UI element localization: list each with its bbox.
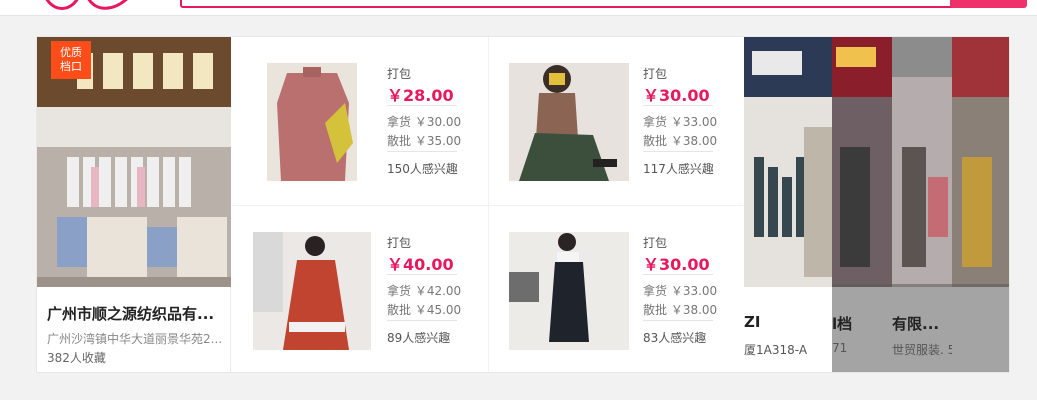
strip-overlay xyxy=(952,284,1009,372)
product-card[interactable]: 打包 ￥30.00 拿货 ￥33.00 散批 ￥38.00 117人感兴趣 xyxy=(488,37,743,205)
interest-count: 117人感兴趣 xyxy=(643,162,714,176)
retail-price: 散批 ￥45.00 xyxy=(387,303,462,317)
shop-photo xyxy=(892,37,952,287)
product-image[interactable] xyxy=(509,63,629,181)
pack-label: 打包 xyxy=(643,67,668,81)
shop-carousel-item[interactable]: ZI 厦1A318-A xyxy=(744,37,832,372)
strip-title: ZI xyxy=(744,313,761,331)
pack-label: 打包 xyxy=(387,67,412,81)
divider xyxy=(387,274,457,275)
take-price: 拿货 ￥42.00 xyxy=(387,284,462,298)
site-logo[interactable] xyxy=(40,0,140,12)
shop-name[interactable]: 广州市顺之源纺织品有... xyxy=(47,303,225,324)
shop-photo xyxy=(832,37,892,287)
take-price: 拿货 ￥30.00 xyxy=(387,115,462,129)
take-price: 拿货 ￥33.00 xyxy=(643,115,718,129)
pack-price: ￥30.00 xyxy=(643,255,710,274)
pack-label: 打包 xyxy=(643,236,668,250)
shop-address: 广州沙湾镇中华大道丽景华苑2... xyxy=(47,332,223,346)
divider xyxy=(387,151,457,152)
divider xyxy=(643,105,713,106)
shop-carousel-item[interactable] xyxy=(952,37,1009,372)
strip-subtitle: 厦1A318-A xyxy=(744,343,808,357)
pack-price: ￥28.00 xyxy=(387,86,454,105)
interest-count: 89人感兴趣 xyxy=(387,331,451,345)
strip-subtitle: 71 xyxy=(832,341,848,355)
interest-count: 150人感兴趣 xyxy=(387,162,458,176)
divider xyxy=(643,320,713,321)
shop-panel[interactable]: 优质 档口 广州市顺之源纺织品有... 广州沙湾镇中华大道丽景华苑2... 38… xyxy=(37,37,231,372)
shop-carousel-item[interactable]: 有限... 世贸服装. 563 xyxy=(892,37,952,372)
shop-favorites-count: 382人收藏 xyxy=(47,351,106,365)
retail-price: 散批 ￥35.00 xyxy=(387,134,462,148)
product-card[interactable]: 打包 ￥40.00 拿货 ￥42.00 散批 ￥45.00 89人感兴趣 xyxy=(233,205,488,372)
shop-photo xyxy=(744,37,832,287)
divider xyxy=(643,274,713,275)
product-card[interactable]: 打包 ￥30.00 拿货 ￥33.00 散批 ￥38.00 83人感兴趣 xyxy=(488,205,743,372)
search-input[interactable] xyxy=(180,0,956,8)
shop-carousel-item[interactable]: l档 71 xyxy=(832,37,892,372)
retail-price: 散批 ￥38.00 xyxy=(643,134,718,148)
retail-price: 散批 ￥38.00 xyxy=(643,303,718,317)
search-button[interactable] xyxy=(950,0,1027,8)
product-image[interactable] xyxy=(267,63,357,181)
quality-stall-badge: 优质 档口 xyxy=(51,41,91,79)
product-card[interactable]: 打包 ￥28.00 拿货 ￥30.00 散批 ￥35.00 150人感兴趣 xyxy=(233,37,488,205)
interest-count: 83人感兴趣 xyxy=(643,331,707,345)
strip-title: 有限... xyxy=(892,315,940,333)
strip-title: l档 xyxy=(832,315,853,333)
shop-photo xyxy=(952,37,1009,287)
divider xyxy=(387,320,457,321)
strip-subtitle: 世贸服装. 563 xyxy=(892,343,952,357)
featured-shop-card: 优质 档口 广州市顺之源纺织品有... 广州沙湾镇中华大道丽景华苑2... 38… xyxy=(36,36,1010,373)
top-bar xyxy=(0,0,1037,16)
pack-price: ￥40.00 xyxy=(387,255,454,274)
pack-price: ￥30.00 xyxy=(643,86,710,105)
divider xyxy=(387,105,457,106)
take-price: 拿货 ￥33.00 xyxy=(643,284,718,298)
pack-label: 打包 xyxy=(387,236,412,250)
product-image[interactable] xyxy=(253,232,371,350)
divider xyxy=(643,151,713,152)
product-image[interactable] xyxy=(509,232,629,350)
